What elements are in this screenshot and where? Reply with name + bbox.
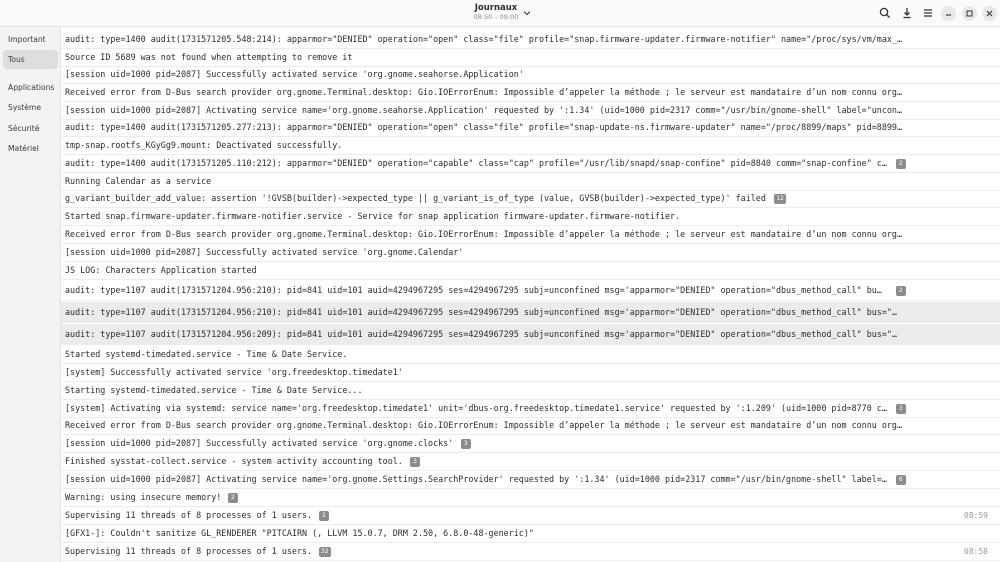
export-icon[interactable] xyxy=(900,6,914,20)
log-message: g_variant_builder_add_value: assertion '… xyxy=(65,193,766,203)
log-message: [session uid=1000 pid=2087] Successfully… xyxy=(65,247,464,257)
log-message: Received error from D-Bus search provide… xyxy=(65,87,903,97)
search-icon[interactable] xyxy=(878,6,892,20)
sidebar: Important Tous Applications Système Sécu… xyxy=(0,27,61,562)
log-message: Running Calendar as a service xyxy=(65,176,212,186)
log-message: Finished sysstat-collect.service - syste… xyxy=(65,456,403,466)
log-row[interactable]: Running Calendar as a service xyxy=(61,173,1000,191)
repeat-count-badge: 3 xyxy=(460,439,471,449)
repeat-count-badge: 12 xyxy=(774,194,786,204)
sidebar-item-applications[interactable]: Applications xyxy=(3,78,58,97)
log-row[interactable]: Supervising 11 threads of 8 processes of… xyxy=(61,543,1000,561)
log-timestamp: 08:59 xyxy=(963,511,988,520)
repeat-count-badge: 2 xyxy=(227,493,238,503)
sidebar-item-system[interactable]: Système xyxy=(3,98,58,117)
log-message: audit: type=1400 audit(1731571205.277:21… xyxy=(65,122,903,132)
log-row[interactable]: [system] Activating via systemd: service… xyxy=(61,400,1000,418)
log-row[interactable]: Source ID 5689 was not found when attemp… xyxy=(61,49,1000,67)
log-row[interactable]: audit: type=1400 audit(1731571205.548:21… xyxy=(61,31,1000,49)
minimize-icon xyxy=(946,14,951,16)
log-row[interactable]: Finished sysstat-collect.service - syste… xyxy=(61,453,1000,471)
log-message: Received error from D-Bus search provide… xyxy=(65,420,903,430)
log-message: audit: type=1107 audit(1731571204.956:20… xyxy=(65,329,897,339)
log-message: audit: type=1107 audit(1731571204.956:21… xyxy=(65,307,897,317)
log-message: audit: type=1107 audit(1731571204.956:21… xyxy=(65,285,882,295)
repeat-count-badge: 6 xyxy=(895,475,906,485)
sidebar-item-security[interactable]: Sécurité xyxy=(3,119,58,138)
sidebar-item-important[interactable]: Important xyxy=(3,30,58,49)
log-message: JS LOG: Characters Application started xyxy=(65,265,257,275)
repeat-count-badge: 2 xyxy=(318,511,329,521)
log-message: audit: type=1400 audit(1731571205.110:21… xyxy=(65,158,887,168)
log-row[interactable]: Received error from D-Bus search provide… xyxy=(61,226,1000,244)
repeat-count-badge: 2 xyxy=(895,159,906,169)
log-message: [session uid=1000 pid=2087] Successfully… xyxy=(65,69,524,79)
log-message: [GFX1-]: Couldn't sanitize GL_RENDERER "… xyxy=(65,528,534,538)
log-timestamp: 08:58 xyxy=(963,547,988,556)
sidebar-item-label: Matériel xyxy=(8,144,39,153)
log-message: Received error from D-Bus search provide… xyxy=(65,229,903,239)
sidebar-item-label: Sécurité xyxy=(8,124,40,133)
log-row[interactable]: Starting systemd-timedated.service - Tim… xyxy=(61,382,1000,400)
log-row[interactable]: [session uid=1000 pid=2087] Successfully… xyxy=(61,435,1000,453)
log-message: Supervising 11 threads of 8 processes of… xyxy=(65,546,313,556)
log-message: Supervising 11 threads of 8 processes of… xyxy=(65,510,313,520)
repeat-count-badge: 32 xyxy=(318,547,331,557)
log-row[interactable]: audit: type=1107 audit(1731571204.956:21… xyxy=(61,280,1000,301)
repeat-count-badge: 3 xyxy=(410,457,421,467)
repeat-count-badge: 2 xyxy=(895,286,906,296)
log-list[interactable]: audit: type=1400 audit(1731571205.548:21… xyxy=(61,27,1000,562)
log-row[interactable]: [session uid=1000 pid=2087] Activating s… xyxy=(61,102,1000,120)
log-row[interactable]: [session uid=1000 pid=2087] Successfully… xyxy=(61,244,1000,262)
chevron-down-icon[interactable] xyxy=(521,7,533,19)
log-row[interactable]: tmp-snap.rootfs_KGyGg9.mount: Deactivate… xyxy=(61,137,1000,155)
log-row[interactable]: audit: type=1107 audit(1731571204.956:20… xyxy=(61,324,1000,345)
log-row[interactable]: [GFX1-]: Couldn't sanitize GL_RENDERER "… xyxy=(61,525,1000,543)
log-row[interactable]: Started snap.firmware-updater.firmware-n… xyxy=(61,208,1000,226)
log-row[interactable]: Received error from D-Bus search provide… xyxy=(61,417,1000,435)
log-row[interactable]: audit: type=1400 audit(1731571205.277:21… xyxy=(61,119,1000,137)
log-row[interactable]: Received error from D-Bus search provide… xyxy=(61,84,1000,102)
maximize-icon xyxy=(966,10,973,17)
log-message: Source ID 5689 was not found when attemp… xyxy=(65,52,353,62)
log-message: [system] Activating via systemd: service… xyxy=(65,403,887,413)
repeat-count-badge: 3 xyxy=(895,404,906,414)
minimize-button[interactable] xyxy=(941,6,956,21)
log-message: Starting systemd-timedated.service - Tim… xyxy=(65,385,363,395)
window-title: Journaux xyxy=(474,3,518,13)
log-message: [system] Successfully activated service … xyxy=(65,367,403,377)
sidebar-item-label: Système xyxy=(8,103,41,112)
log-message: tmp-snap.rootfs_KGyGg9.mount: Deactivate… xyxy=(65,140,343,150)
close-icon xyxy=(986,10,993,17)
sidebar-item-label: Tous xyxy=(8,55,25,64)
log-message: Started systemd-timedated.service - Time… xyxy=(65,349,348,359)
sidebar-item-label: Applications xyxy=(8,83,55,92)
log-message: [session uid=1000 pid=2087] Activating s… xyxy=(65,474,887,484)
log-row[interactable]: [system] Successfully activated service … xyxy=(61,364,1000,382)
sidebar-item-label: Important xyxy=(8,35,46,44)
close-button[interactable] xyxy=(982,6,997,21)
log-row[interactable]: [session uid=1000 pid=2087] Successfully… xyxy=(61,66,1000,84)
log-row[interactable]: JS LOG: Characters Application started xyxy=(61,262,1000,280)
log-message: Warning: using insecure memory! xyxy=(65,492,222,502)
header-bar: Journaux 08:50 – 09:00 xyxy=(0,0,1000,27)
menu-icon[interactable] xyxy=(921,6,935,20)
log-message: [session uid=1000 pid=2087] Activating s… xyxy=(65,105,903,115)
title-area[interactable]: Journaux 08:50 – 09:00 xyxy=(440,3,552,21)
log-row[interactable]: audit: type=1107 audit(1731571204.956:21… xyxy=(61,302,1000,323)
log-row[interactable]: audit: type=1400 audit(1731571205.110:21… xyxy=(61,155,1000,173)
time-range-subtitle: 08:50 – 09:00 xyxy=(473,13,519,21)
log-row[interactable]: Supervising 11 threads of 8 processes of… xyxy=(61,507,1000,525)
log-message: [session uid=1000 pid=2087] Successfully… xyxy=(65,438,454,448)
log-message: audit: type=1400 audit(1731571205.548:21… xyxy=(65,34,903,44)
log-row[interactable]: Warning: using insecure memory! 2 xyxy=(61,489,1000,507)
sidebar-item-all[interactable]: Tous xyxy=(3,50,58,69)
log-row[interactable]: [session uid=1000 pid=2087] Activating s… xyxy=(61,471,1000,489)
log-row[interactable]: g_variant_builder_add_value: assertion '… xyxy=(61,190,1000,208)
sidebar-item-hardware[interactable]: Matériel xyxy=(3,139,58,158)
log-row[interactable]: Started systemd-timedated.service - Time… xyxy=(61,346,1000,364)
maximize-button[interactable] xyxy=(962,6,977,21)
log-message: Started snap.firmware-updater.firmware-n… xyxy=(65,211,681,221)
